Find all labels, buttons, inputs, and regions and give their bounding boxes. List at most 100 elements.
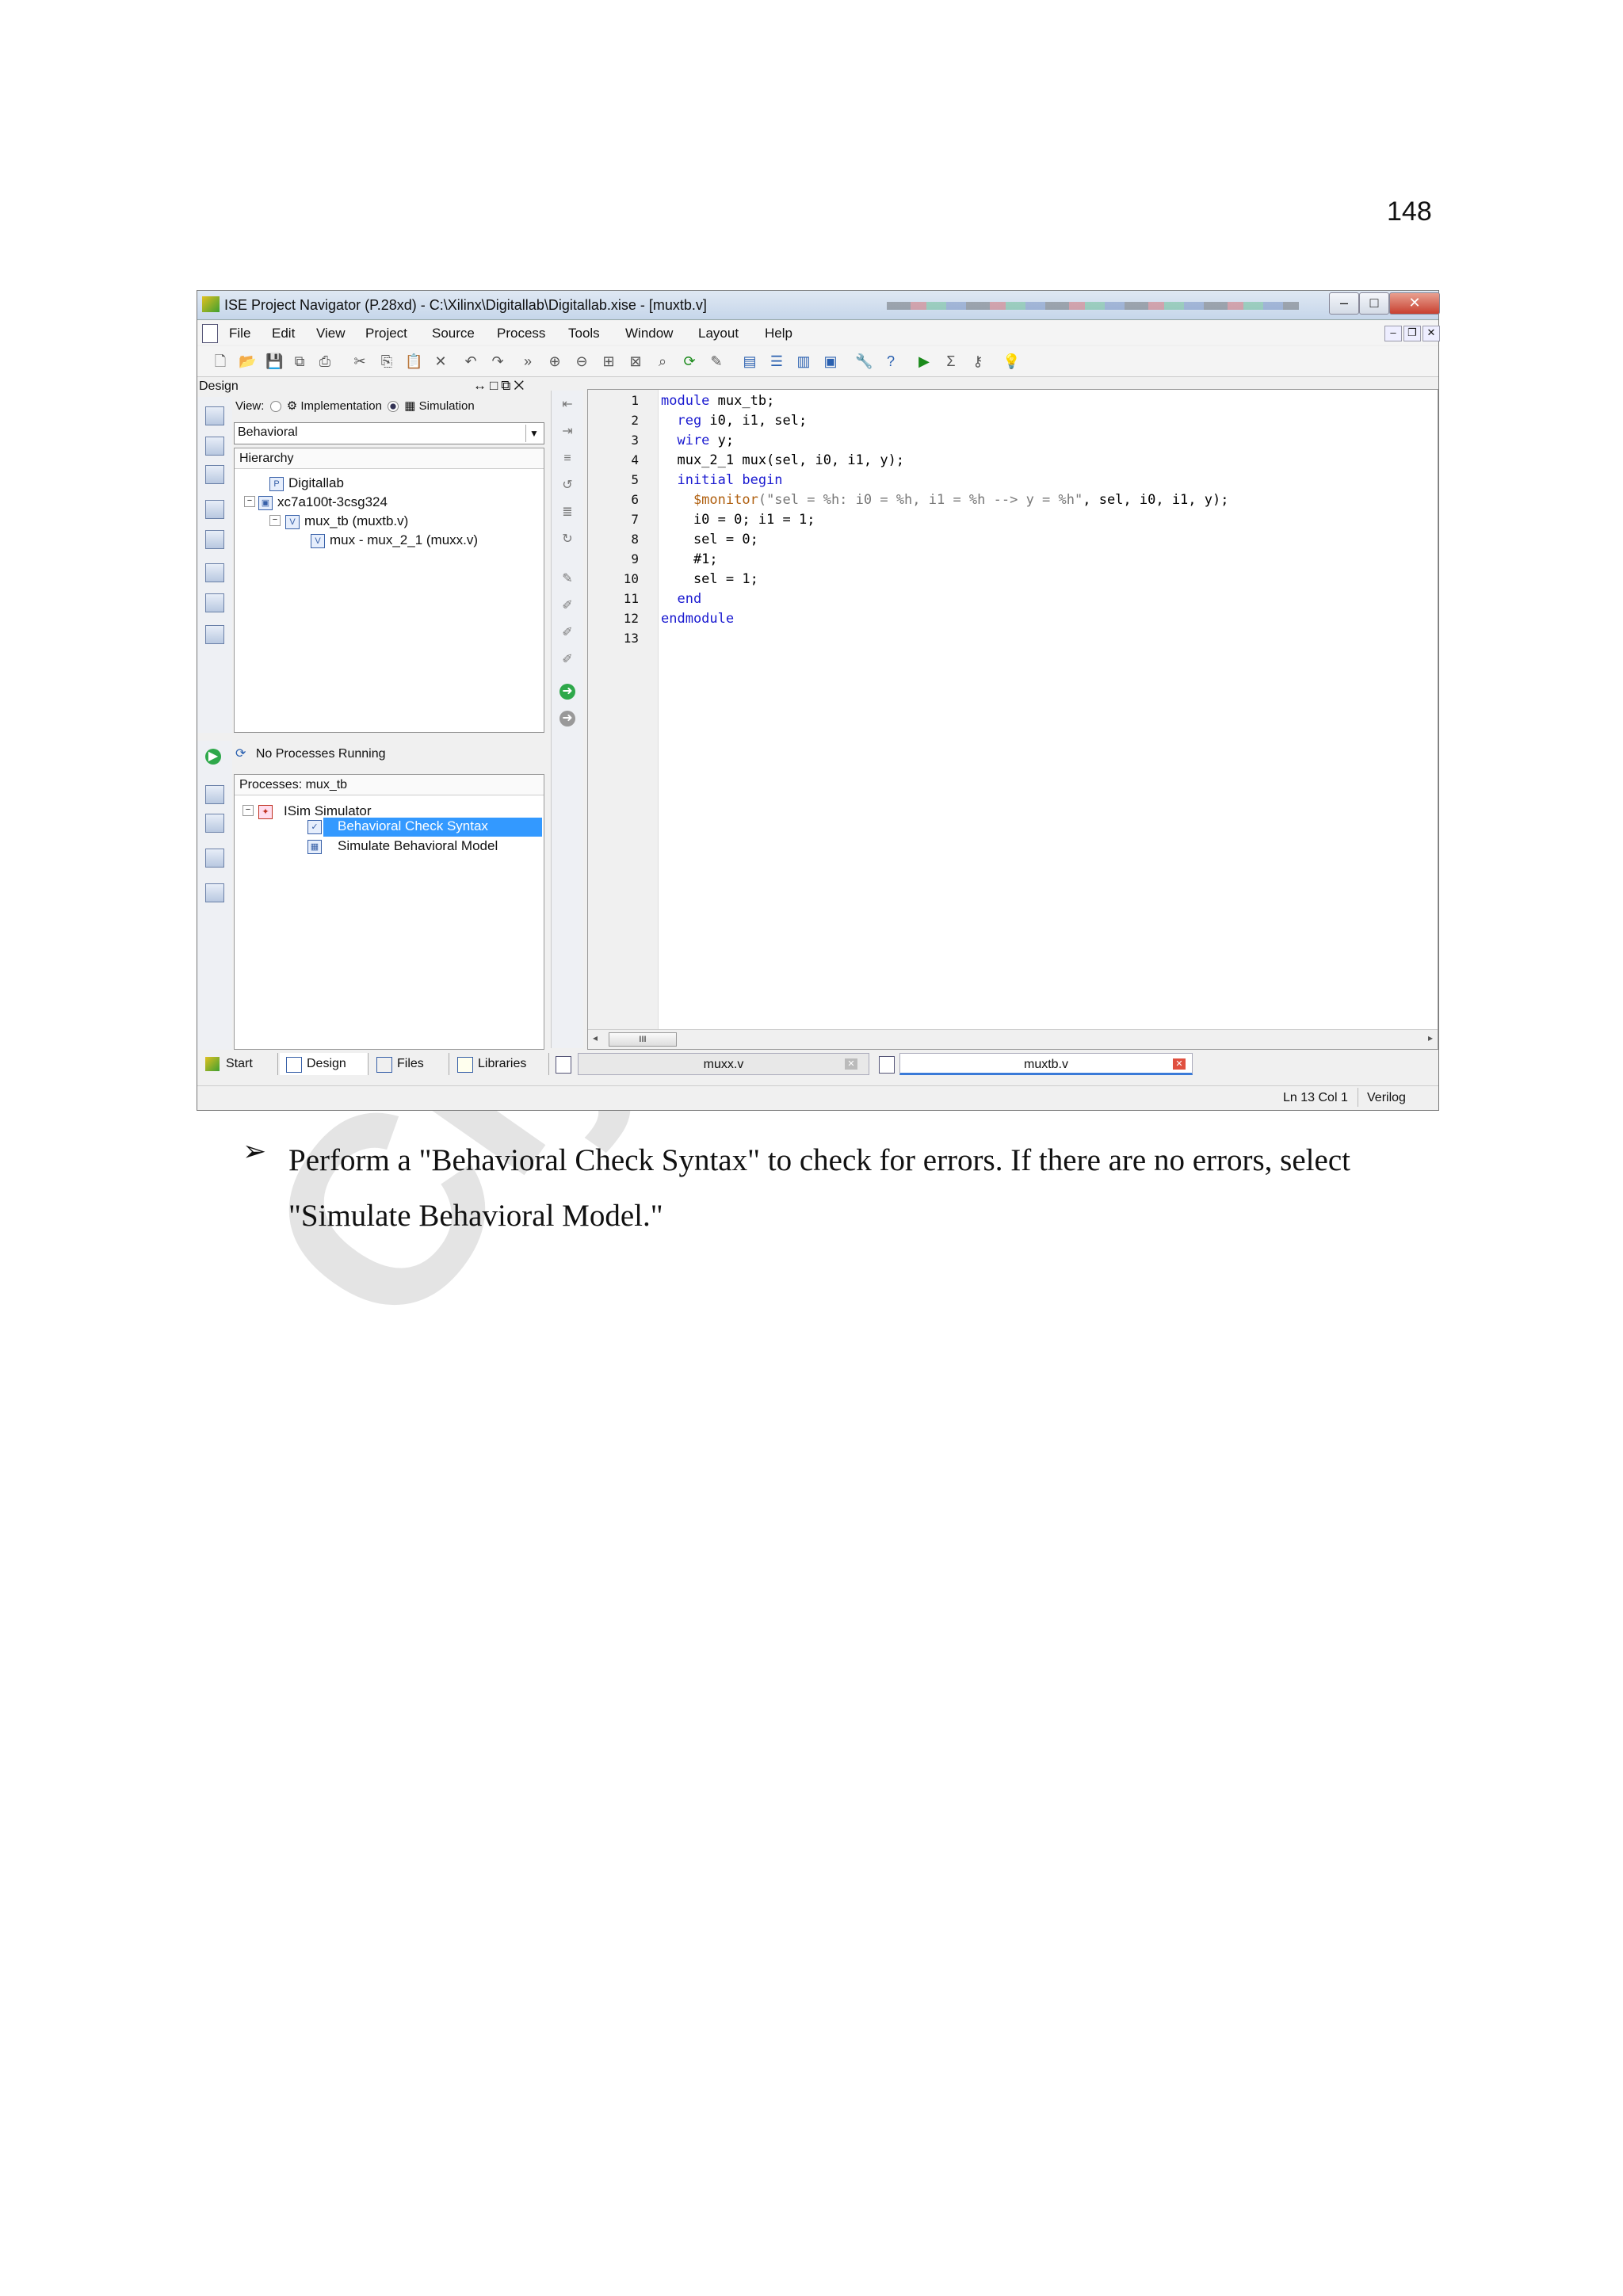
indent-right-icon[interactable]: ⇥ [559, 424, 575, 440]
tree-item-device[interactable]: ▣ xc7a100t-3csg324 [258, 494, 388, 510]
copy-icon[interactable]: ⎘ [378, 353, 395, 370]
side-icon-3[interactable] [205, 465, 224, 484]
code-line[interactable]: sel = 0; [661, 532, 758, 547]
close-icon[interactable]: ✕ [1389, 292, 1440, 315]
bookmark-next-icon[interactable]: ✐ [559, 598, 575, 614]
code-line[interactable]: #1; [661, 551, 718, 567]
bookmark-clear-icon[interactable]: ✐ [559, 652, 575, 668]
code-line[interactable]: mux_2_1 mux(sel, i0, i1, y); [661, 452, 904, 468]
side-icon-4[interactable] [205, 500, 224, 519]
tree-item-mux[interactable]: Vmux - mux_2_1 (muxx.v) [311, 532, 478, 548]
redo-icon[interactable]: ↷ [489, 353, 506, 370]
tab-design[interactable]: Design [280, 1053, 369, 1075]
view-option-implementation[interactable]: Implementation [300, 399, 382, 413]
menu-file[interactable]: File [229, 326, 250, 341]
undo-icon[interactable]: ↶ [462, 353, 479, 370]
process-side-icon-2[interactable] [205, 814, 224, 833]
menu-view[interactable]: View [316, 326, 346, 341]
close-tab-icon[interactable]: ✕ [845, 1058, 857, 1070]
comment-icon[interactable]: ≡ [559, 451, 575, 467]
side-icon-8[interactable] [205, 625, 224, 644]
tab-libraries[interactable]: Libraries [451, 1053, 549, 1075]
print-icon[interactable]: ⎙ [316, 353, 334, 370]
code-line[interactable]: module mux_tb; [661, 393, 774, 409]
pencil-icon[interactable]: ✎ [708, 353, 725, 370]
scroll-thumb[interactable]: III [609, 1032, 677, 1047]
title-bar[interactable]: ISE Project Navigator (P.28xd) - C:\Xili… [197, 291, 1440, 320]
zoom-in-icon[interactable]: ⊕ [546, 353, 563, 370]
process-item-isim[interactable]: ✦ ISim Simulator [258, 803, 372, 819]
refresh-icon[interactable]: ⟳ [681, 353, 698, 370]
tab-start[interactable]: Start [199, 1053, 278, 1075]
editor-tab-muxx[interactable]: muxx.v ✕ [578, 1053, 869, 1075]
menu-process[interactable]: Process [497, 326, 545, 341]
radio-implementation[interactable] [269, 401, 281, 413]
zoom-fit-icon[interactable]: ⊞ [600, 353, 617, 370]
collapse-icon[interactable]: − [269, 515, 281, 526]
run-process-icon[interactable]: ▶ [205, 749, 221, 765]
open-folder-icon[interactable]: 📂 [239, 353, 256, 370]
editor-tab-muxtb[interactable]: muxtb.v ✕ [899, 1053, 1193, 1075]
mdi-minimize-icon[interactable]: – [1384, 326, 1402, 341]
tile-horizontal-icon[interactable]: ☰ [768, 353, 785, 370]
menu-project[interactable]: Project [365, 326, 407, 341]
process-item-check-syntax[interactable]: ✓ Behavioral Check Syntax [307, 818, 488, 834]
run-icon[interactable]: ▶ [915, 353, 933, 370]
maximize-icon[interactable]: □ [1359, 292, 1389, 315]
lightbulb-icon[interactable]: 💡 [1002, 353, 1020, 370]
close-tab-icon[interactable]: ✕ [1173, 1058, 1186, 1070]
side-icon-1[interactable] [205, 406, 224, 425]
code-line[interactable]: sel = 1; [661, 571, 758, 587]
side-icon-2[interactable] [205, 437, 224, 456]
bookmark-icon[interactable]: ✎ [559, 571, 575, 587]
more-icon[interactable]: » [519, 353, 537, 370]
process-side-icon-4[interactable] [205, 883, 224, 902]
collapse-icon[interactable]: − [242, 805, 254, 816]
code-line[interactable]: $monitor("sel = %h: i0 = %h, i1 = %h -->… [661, 492, 1229, 508]
scroll-right-icon[interactable]: ▸ [1428, 1032, 1433, 1043]
undo-comment-icon[interactable]: ↻ [559, 532, 575, 547]
menu-source[interactable]: Source [432, 326, 475, 341]
side-icon-7[interactable] [205, 593, 224, 612]
menu-layout[interactable]: Layout [698, 326, 739, 341]
minimize-icon[interactable]: – [1329, 292, 1359, 315]
code-line[interactable]: end [661, 591, 701, 607]
cascade-icon[interactable]: ▤ [741, 353, 758, 370]
menu-window[interactable]: Window [625, 326, 673, 341]
horizontal-scrollbar[interactable]: ◂ III ▸ [588, 1029, 1438, 1049]
panel-controls[interactable]: ↔□⧉✕ [473, 378, 527, 394]
delete-icon[interactable]: ✕ [432, 353, 449, 370]
cut-icon[interactable]: ✂ [351, 353, 369, 370]
find-icon[interactable]: ⌕ [654, 353, 671, 370]
code-editor[interactable]: 1 2 3 4 5 6 7 8 9 10 11 12 13 module mux_tb; reg i0,… [587, 389, 1438, 1050]
process-side-icon-1[interactable] [205, 785, 224, 804]
chevron-down-icon[interactable]: ▼ [525, 425, 542, 442]
tree-item-mux-tb[interactable]: Vmux_tb (muxtb.v) [285, 513, 408, 529]
code-line[interactable]: initial begin [661, 472, 782, 488]
zoom-area-icon[interactable]: ⊠ [627, 353, 644, 370]
sigma-icon[interactable]: Σ [942, 353, 960, 370]
scroll-left-icon[interactable]: ◂ [593, 1032, 598, 1043]
code-line[interactable]: i0 = 0; i1 = 1; [661, 512, 815, 528]
window-icon[interactable]: ▣ [822, 353, 839, 370]
save-icon[interactable]: 💾 [265, 353, 283, 370]
uncomment-icon[interactable]: ↺ [559, 478, 575, 494]
bookmark-prev-icon[interactable]: ✐ [559, 625, 575, 641]
indent-left-icon[interactable]: ⇤ [559, 397, 575, 413]
wrench-icon[interactable]: 🔧 [855, 353, 873, 370]
menu-help[interactable]: Help [765, 326, 792, 341]
tree-item-digitallab[interactable]: P Digitallab [269, 475, 344, 491]
mdi-restore-icon[interactable]: ❐ [1403, 326, 1421, 341]
mdi-close-icon[interactable]: ✕ [1423, 326, 1440, 341]
format-icon[interactable]: ≣ [559, 505, 575, 521]
behavior-select[interactable]: Behavioral ▼ [234, 422, 544, 444]
collapse-icon[interactable]: − [244, 496, 255, 507]
process-item-simulate[interactable]: ▦ Simulate Behavioral Model [307, 838, 498, 854]
go-forward-icon[interactable]: ➜ [559, 684, 575, 700]
radio-simulation[interactable] [388, 401, 399, 413]
go-back-icon[interactable]: ➜ [559, 711, 575, 727]
help-pointer-icon[interactable]: ? [882, 353, 899, 370]
tab-files[interactable]: Files [370, 1053, 449, 1075]
process-side-icon-3[interactable] [205, 849, 224, 868]
menu-edit[interactable]: Edit [272, 326, 295, 341]
